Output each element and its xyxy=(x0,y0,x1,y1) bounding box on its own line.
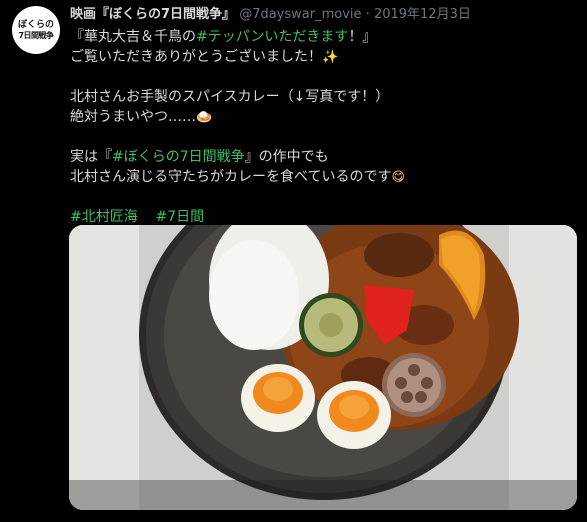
tweet-date[interactable]: 2019年12月3日 xyxy=(374,7,471,22)
line6-text: 北村さん演じる守たちがカレーを食べているのです xyxy=(70,169,392,185)
line3-text: 北村さんお手製のスパイスカレー（↓写真です！） xyxy=(70,89,390,105)
tweet-line-6: 北村さん演じる守たちがカレーを食べているのです😋 xyxy=(70,167,575,187)
line1-prefix: 『華丸大吉＆千鳥の xyxy=(70,29,196,45)
line5-prefix: 実は『 xyxy=(70,149,112,165)
yum-face-icon: 😋 xyxy=(391,170,406,185)
tweet-line-4: 絶対うまいやつ……🍛 xyxy=(70,107,575,127)
tweet-line-5: 実は『#ぼくらの7日間戦争』の作中でも xyxy=(70,147,575,167)
hashtag-bokura[interactable]: #ぼくらの7日間戦争 xyxy=(112,149,245,165)
avatar-text-line1: ぼくらの xyxy=(17,19,54,30)
line1-suffix: ！』 xyxy=(348,29,377,45)
tweet-header: 映画『ぼくらの7日間戦争』 @7dayswar_movie · 2019年12月… xyxy=(70,5,471,25)
curry-photo-illustration xyxy=(69,225,577,510)
line5-suffix: 』の作中でも xyxy=(244,149,329,165)
tweet[interactable]: ぼくらの 7日間戦争 映画『ぼくらの7日間戦争』 @7dayswar_movie… xyxy=(0,0,587,522)
line2-text: ご覧いただきありがとうございました！ xyxy=(70,49,322,65)
tweet-text: 『華丸大吉＆千鳥の#テッパンいただきます！』 ご覧いただきありがとうございました… xyxy=(70,27,575,227)
tweet-line-3: 北村さんお手製のスパイスカレー（↓写真です！） xyxy=(70,87,575,107)
avatar-text-line2: 7日間戦争 xyxy=(18,30,54,40)
author-handle[interactable]: @7dayswar_movie xyxy=(239,7,361,22)
author-name[interactable]: 映画『ぼくらの7日間戦争』 xyxy=(70,7,235,22)
line4-text: 絶対うまいやつ…… xyxy=(70,109,196,125)
curry-icon: 🍛 xyxy=(196,110,213,125)
hashtag-teppan[interactable]: #テッパンいただきます xyxy=(196,29,348,45)
meta-separator: · xyxy=(365,7,370,22)
tweet-line-2: ご覧いただきありがとうございました！✨ xyxy=(70,47,575,67)
tweet-line-1: 『華丸大吉＆千鳥の#テッパンいただきます！』 xyxy=(70,27,575,47)
hashtag-kitamura[interactable]: #北村匠海 xyxy=(70,209,138,225)
tweet-photo[interactable] xyxy=(69,225,577,510)
hashtag-7days[interactable]: #7日間 xyxy=(156,209,205,225)
tweet-hashtags: #北村匠海 #7日間 xyxy=(70,207,575,227)
avatar[interactable]: ぼくらの 7日間戦争 xyxy=(12,6,60,54)
sparkles-icon: ✨ xyxy=(322,50,339,65)
